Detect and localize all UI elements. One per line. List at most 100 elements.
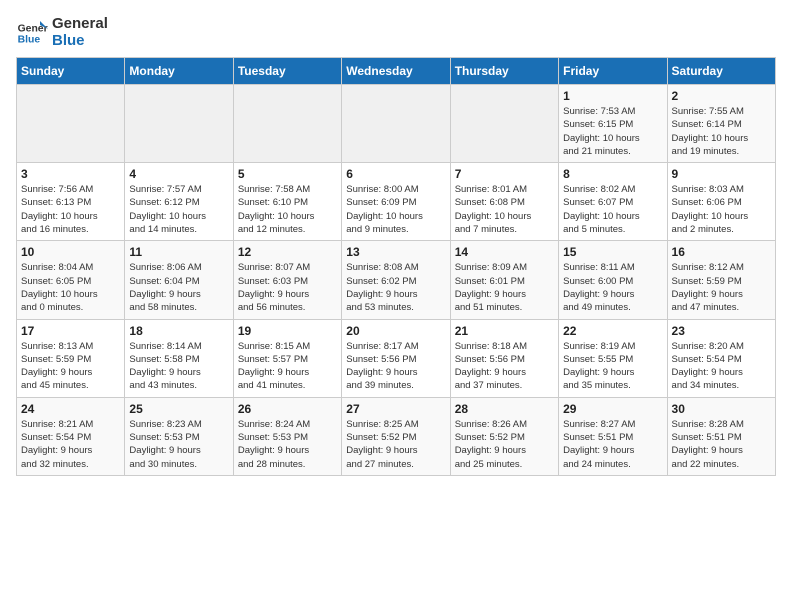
calendar-cell: 7 Sunrise: 8:01 AM Sunset: 6:08 PM Daylig… bbox=[450, 163, 558, 241]
day-info: Sunrise: 8:01 AM Sunset: 6:08 PM Dayligh… bbox=[455, 183, 554, 236]
calendar-cell: 8 Sunrise: 8:02 AM Sunset: 6:07 PM Daylig… bbox=[559, 163, 667, 241]
calendar-cell: 12 Sunrise: 8:07 AM Sunset: 6:03 PM Dayli… bbox=[233, 241, 341, 319]
day-info: Sunrise: 7:55 AM Sunset: 6:14 PM Dayligh… bbox=[672, 105, 771, 158]
day-number: 17 bbox=[21, 324, 120, 338]
weekday-header-thursday: Thursday bbox=[450, 58, 558, 85]
calendar-cell: 22 Sunrise: 8:19 AM Sunset: 5:55 PM Dayli… bbox=[559, 319, 667, 397]
calendar-cell: 27 Sunrise: 8:25 AM Sunset: 5:52 PM Dayli… bbox=[342, 397, 450, 475]
calendar-cell: 5 Sunrise: 7:58 AM Sunset: 6:10 PM Daylig… bbox=[233, 163, 341, 241]
day-info: Sunrise: 8:09 AM Sunset: 6:01 PM Dayligh… bbox=[455, 261, 554, 314]
calendar-table: SundayMondayTuesdayWednesdayThursdayFrid… bbox=[16, 57, 776, 476]
day-info: Sunrise: 8:28 AM Sunset: 5:51 PM Dayligh… bbox=[672, 418, 771, 471]
calendar-cell bbox=[17, 85, 125, 163]
day-info: Sunrise: 8:23 AM Sunset: 5:53 PM Dayligh… bbox=[129, 418, 228, 471]
day-number: 10 bbox=[21, 245, 120, 259]
day-number: 22 bbox=[563, 324, 662, 338]
svg-text:Blue: Blue bbox=[18, 34, 41, 45]
calendar-cell bbox=[125, 85, 233, 163]
calendar-cell: 26Sunrise: 8:24 AM Sunset: 5:53 PM Dayli… bbox=[233, 397, 341, 475]
day-info: Sunrise: 8:14 AM Sunset: 5:58 PM Dayligh… bbox=[129, 340, 228, 393]
week-row-2: 3Sunrise: 7:56 AM Sunset: 6:13 PM Daylig… bbox=[17, 163, 776, 241]
day-number: 27 bbox=[346, 402, 445, 416]
day-number: 25 bbox=[129, 402, 228, 416]
weekday-header-saturday: Saturday bbox=[667, 58, 775, 85]
calendar-cell: 4Sunrise: 7:57 AM Sunset: 6:12 PM Daylig… bbox=[125, 163, 233, 241]
day-info: Sunrise: 8:19 AM Sunset: 5:55 PM Dayligh… bbox=[563, 340, 662, 393]
day-number: 26 bbox=[238, 402, 337, 416]
day-number: 14 bbox=[455, 245, 554, 259]
logo-blue-text: Blue bbox=[52, 33, 108, 50]
calendar-cell: 28 Sunrise: 8:26 AM Sunset: 5:52 PM Dayli… bbox=[450, 397, 558, 475]
day-info: Sunrise: 8:20 AM Sunset: 5:54 PM Dayligh… bbox=[672, 340, 771, 393]
calendar-cell: 19 Sunrise: 8:15 AM Sunset: 5:57 PM Dayli… bbox=[233, 319, 341, 397]
calendar-cell: 23 Sunrise: 8:20 AM Sunset: 5:54 PM Dayli… bbox=[667, 319, 775, 397]
week-row-5: 24Sunrise: 8:21 AM Sunset: 5:54 PM Dayli… bbox=[17, 397, 776, 475]
page-header: General Blue General Blue bbox=[16, 16, 776, 49]
day-info: Sunrise: 8:15 AM Sunset: 5:57 PM Dayligh… bbox=[238, 340, 337, 393]
calendar-cell bbox=[233, 85, 341, 163]
day-number: 30 bbox=[672, 402, 771, 416]
day-info: Sunrise: 8:13 AM Sunset: 5:59 PM Dayligh… bbox=[21, 340, 120, 393]
week-row-4: 17 Sunrise: 8:13 AM Sunset: 5:59 PM Dayli… bbox=[17, 319, 776, 397]
calendar-cell: 3Sunrise: 7:56 AM Sunset: 6:13 PM Daylig… bbox=[17, 163, 125, 241]
calendar-cell: 17 Sunrise: 8:13 AM Sunset: 5:59 PM Dayli… bbox=[17, 319, 125, 397]
calendar-cell: 16 Sunrise: 8:12 AM Sunset: 5:59 PM Dayli… bbox=[667, 241, 775, 319]
calendar-cell: 14 Sunrise: 8:09 AM Sunset: 6:01 PM Dayli… bbox=[450, 241, 558, 319]
day-info: Sunrise: 8:06 AM Sunset: 6:04 PM Dayligh… bbox=[129, 261, 228, 314]
logo-general-text: General bbox=[52, 16, 108, 33]
calendar-cell: 24Sunrise: 8:21 AM Sunset: 5:54 PM Dayli… bbox=[17, 397, 125, 475]
calendar-cell: 2 Sunrise: 7:55 AM Sunset: 6:14 PM Daylig… bbox=[667, 85, 775, 163]
day-number: 9 bbox=[672, 167, 771, 181]
day-number: 16 bbox=[672, 245, 771, 259]
weekday-header-friday: Friday bbox=[559, 58, 667, 85]
day-number: 13 bbox=[346, 245, 445, 259]
calendar-body: 1Sunrise: 7:53 AM Sunset: 6:15 PM Daylig… bbox=[17, 85, 776, 476]
calendar-cell: 20Sunrise: 8:17 AM Sunset: 5:56 PM Dayli… bbox=[342, 319, 450, 397]
day-number: 8 bbox=[563, 167, 662, 181]
logo: General Blue General Blue bbox=[16, 16, 108, 49]
day-number: 5 bbox=[238, 167, 337, 181]
calendar-cell: 6Sunrise: 8:00 AM Sunset: 6:09 PM Daylig… bbox=[342, 163, 450, 241]
calendar-cell: 18 Sunrise: 8:14 AM Sunset: 5:58 PM Dayli… bbox=[125, 319, 233, 397]
day-number: 15 bbox=[563, 245, 662, 259]
day-info: Sunrise: 8:25 AM Sunset: 5:52 PM Dayligh… bbox=[346, 418, 445, 471]
calendar-cell: 15Sunrise: 8:11 AM Sunset: 6:00 PM Dayli… bbox=[559, 241, 667, 319]
calendar-cell: 11 Sunrise: 8:06 AM Sunset: 6:04 PM Dayli… bbox=[125, 241, 233, 319]
day-number: 1 bbox=[563, 89, 662, 103]
day-number: 29 bbox=[563, 402, 662, 416]
day-number: 18 bbox=[129, 324, 228, 338]
calendar-cell: 9 Sunrise: 8:03 AM Sunset: 6:06 PM Daylig… bbox=[667, 163, 775, 241]
day-number: 24 bbox=[21, 402, 120, 416]
day-number: 23 bbox=[672, 324, 771, 338]
day-info: Sunrise: 8:02 AM Sunset: 6:07 PM Dayligh… bbox=[563, 183, 662, 236]
day-number: 7 bbox=[455, 167, 554, 181]
day-info: Sunrise: 8:18 AM Sunset: 5:56 PM Dayligh… bbox=[455, 340, 554, 393]
weekday-header-sunday: Sunday bbox=[17, 58, 125, 85]
day-number: 12 bbox=[238, 245, 337, 259]
calendar-cell: 21 Sunrise: 8:18 AM Sunset: 5:56 PM Dayli… bbox=[450, 319, 558, 397]
day-info: Sunrise: 8:12 AM Sunset: 5:59 PM Dayligh… bbox=[672, 261, 771, 314]
weekday-header-wednesday: Wednesday bbox=[342, 58, 450, 85]
day-number: 28 bbox=[455, 402, 554, 416]
calendar-header: SundayMondayTuesdayWednesdayThursdayFrid… bbox=[17, 58, 776, 85]
day-info: Sunrise: 8:27 AM Sunset: 5:51 PM Dayligh… bbox=[563, 418, 662, 471]
week-row-1: 1Sunrise: 7:53 AM Sunset: 6:15 PM Daylig… bbox=[17, 85, 776, 163]
day-info: Sunrise: 8:03 AM Sunset: 6:06 PM Dayligh… bbox=[672, 183, 771, 236]
day-number: 20 bbox=[346, 324, 445, 338]
day-number: 19 bbox=[238, 324, 337, 338]
logo-icon: General Blue bbox=[16, 17, 48, 49]
calendar-cell bbox=[450, 85, 558, 163]
day-number: 4 bbox=[129, 167, 228, 181]
week-row-3: 10Sunrise: 8:04 AM Sunset: 6:05 PM Dayli… bbox=[17, 241, 776, 319]
day-info: Sunrise: 8:26 AM Sunset: 5:52 PM Dayligh… bbox=[455, 418, 554, 471]
calendar-cell: 25 Sunrise: 8:23 AM Sunset: 5:53 PM Dayli… bbox=[125, 397, 233, 475]
day-info: Sunrise: 8:07 AM Sunset: 6:03 PM Dayligh… bbox=[238, 261, 337, 314]
day-number: 21 bbox=[455, 324, 554, 338]
weekday-row: SundayMondayTuesdayWednesdayThursdayFrid… bbox=[17, 58, 776, 85]
day-number: 2 bbox=[672, 89, 771, 103]
calendar-cell: 30 Sunrise: 8:28 AM Sunset: 5:51 PM Dayli… bbox=[667, 397, 775, 475]
day-info: Sunrise: 7:58 AM Sunset: 6:10 PM Dayligh… bbox=[238, 183, 337, 236]
calendar-cell: 29 Sunrise: 8:27 AM Sunset: 5:51 PM Dayli… bbox=[559, 397, 667, 475]
day-number: 11 bbox=[129, 245, 228, 259]
day-number: 3 bbox=[21, 167, 120, 181]
